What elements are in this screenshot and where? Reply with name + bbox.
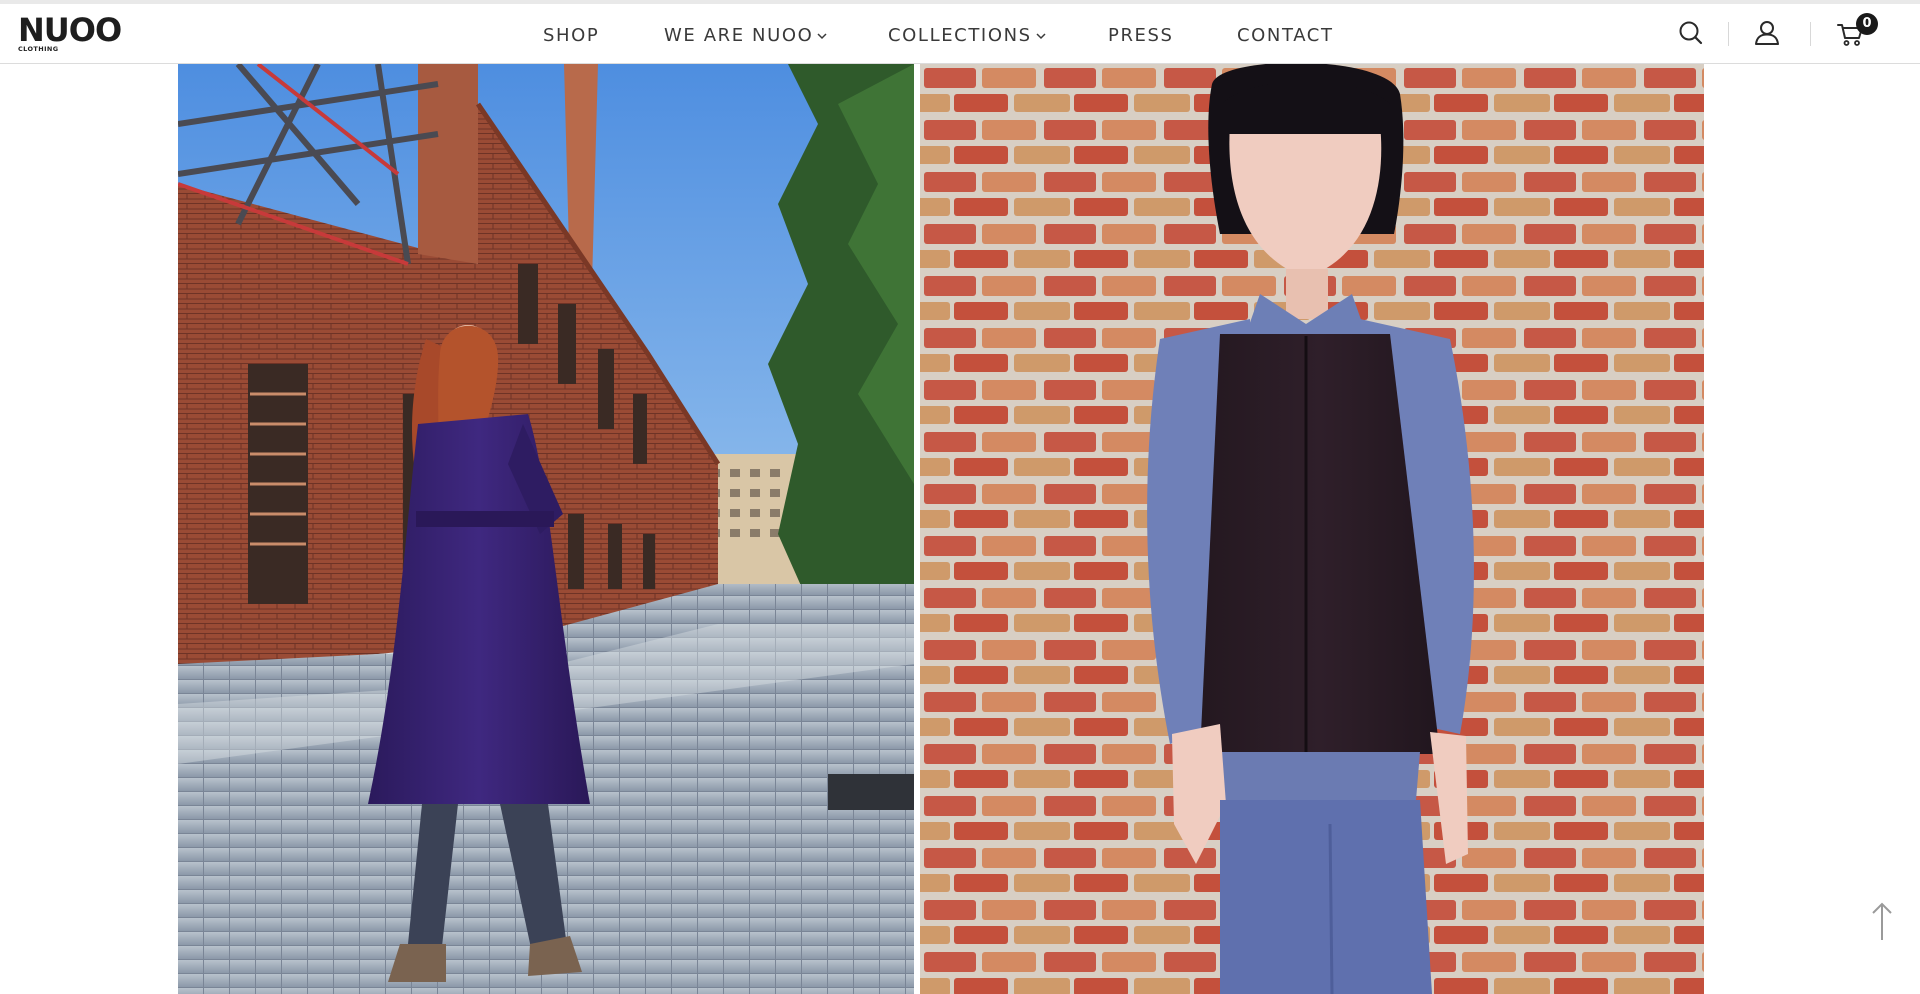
nav-item-label: COLLECTIONS bbox=[888, 25, 1032, 46]
chevron-down-icon bbox=[817, 33, 827, 40]
lookbook-gallery bbox=[178, 64, 1704, 994]
nav-item-collections[interactable]: COLLECTIONS bbox=[888, 22, 1047, 50]
user-icon bbox=[1755, 21, 1779, 45]
chevron-down-icon bbox=[1036, 33, 1046, 40]
nav-item-label: SHOP bbox=[543, 25, 600, 46]
lookbook-photo-left[interactable] bbox=[178, 64, 914, 994]
nav-item-shop[interactable]: SHOP bbox=[543, 22, 599, 50]
account-button[interactable] bbox=[1750, 16, 1784, 50]
main-nav: SHOP WE ARE NUOO COLLECTIONS PRESS CONTA… bbox=[0, 4, 1920, 64]
arrow-up-icon bbox=[1872, 902, 1892, 940]
lookbook-photo-right[interactable] bbox=[920, 64, 1704, 994]
nav-item-contact[interactable]: CONTACT bbox=[1237, 22, 1334, 50]
search-icon bbox=[1679, 21, 1703, 45]
photo-purple-coat bbox=[178, 64, 914, 994]
photo-blue-shirt bbox=[920, 64, 1704, 994]
nav-item-label: CONTACT bbox=[1237, 25, 1334, 46]
nav-item-label: PRESS bbox=[1108, 25, 1174, 46]
cart-button[interactable]: 0 bbox=[1834, 13, 1878, 50]
header-divider bbox=[1810, 22, 1811, 46]
site-header: NUOO CLOTHING SHOP WE ARE NUOO COLLECTIO… bbox=[0, 0, 1920, 64]
nav-item-label: WE ARE NUOO bbox=[664, 25, 814, 46]
search-button[interactable] bbox=[1674, 16, 1708, 50]
cart-count-badge: 0 bbox=[1856, 13, 1878, 35]
header-divider bbox=[1728, 22, 1729, 46]
nav-item-we-are-nuoo[interactable]: WE ARE NUOO bbox=[664, 22, 828, 50]
nav-item-press[interactable]: PRESS bbox=[1108, 22, 1174, 50]
scroll-to-top-button[interactable] bbox=[1864, 898, 1900, 944]
